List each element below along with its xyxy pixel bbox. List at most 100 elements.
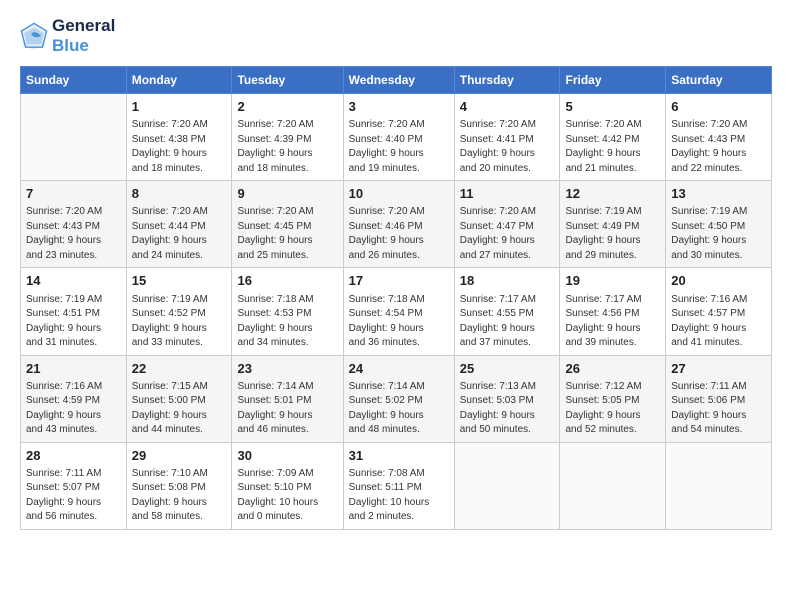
day-info: Sunrise: 7:19 AM Sunset: 4:49 PM Dayligh…	[565, 205, 660, 263]
header-cell-friday: Friday	[560, 67, 666, 94]
day-number: 6	[671, 98, 766, 116]
day-cell: 10 Sunrise: 7:20 AM Sunset: 4:46 PM Dayli…	[343, 181, 454, 268]
day-cell: 16Sunrise: 7:18 AM Sunset: 4:53 PM Dayli…	[232, 268, 343, 355]
day-number: 11	[460, 185, 555, 203]
day-cell	[666, 442, 772, 529]
day-cell: 21Sunrise: 7:16 AM Sunset: 4:59 PM Dayli…	[21, 355, 127, 442]
day-cell: 7 Sunrise: 7:20 AM Sunset: 4:43 PM Daylig…	[21, 181, 127, 268]
day-number: 7	[26, 185, 121, 203]
day-cell: 15Sunrise: 7:19 AM Sunset: 4:52 PM Dayli…	[126, 268, 232, 355]
day-number: 14	[26, 272, 121, 290]
day-number: 12	[565, 185, 660, 203]
day-info: Sunrise: 7:16 AM Sunset: 4:59 PM Dayligh…	[26, 380, 121, 438]
day-number: 27	[671, 360, 766, 378]
calendar-body: 1 Sunrise: 7:20 AM Sunset: 4:38 PM Daylig…	[21, 94, 772, 530]
day-info: Sunrise: 7:11 AM Sunset: 5:06 PM Dayligh…	[671, 380, 766, 438]
logo-text: General Blue	[52, 16, 115, 56]
day-number: 25	[460, 360, 555, 378]
day-info: Sunrise: 7:14 AM Sunset: 5:01 PM Dayligh…	[237, 380, 337, 438]
day-number: 23	[237, 360, 337, 378]
day-cell: 3 Sunrise: 7:20 AM Sunset: 4:40 PM Daylig…	[343, 94, 454, 181]
day-info: Sunrise: 7:20 AM Sunset: 4:45 PM Dayligh…	[237, 205, 337, 263]
week-row-4: 21Sunrise: 7:16 AM Sunset: 4:59 PM Dayli…	[21, 355, 772, 442]
day-cell	[454, 442, 560, 529]
header-cell-sunday: Sunday	[21, 67, 127, 94]
day-number: 22	[132, 360, 227, 378]
day-number: 17	[349, 272, 449, 290]
day-info: Sunrise: 7:20 AM Sunset: 4:39 PM Dayligh…	[237, 118, 337, 176]
day-cell: 2 Sunrise: 7:20 AM Sunset: 4:39 PM Daylig…	[232, 94, 343, 181]
day-cell: 26 Sunrise: 7:12 AM Sunset: 5:05 PM Dayli…	[560, 355, 666, 442]
day-info: Sunrise: 7:19 AM Sunset: 4:51 PM Dayligh…	[26, 293, 121, 351]
day-number: 28	[26, 447, 121, 465]
day-info: Sunrise: 7:16 AM Sunset: 4:57 PM Dayligh…	[671, 293, 766, 351]
day-info: Sunrise: 7:20 AM Sunset: 4:46 PM Dayligh…	[349, 205, 449, 263]
day-number: 13	[671, 185, 766, 203]
day-number: 5	[565, 98, 660, 116]
day-info: Sunrise: 7:20 AM Sunset: 4:40 PM Dayligh…	[349, 118, 449, 176]
day-cell: 1 Sunrise: 7:20 AM Sunset: 4:38 PM Daylig…	[126, 94, 232, 181]
day-number: 2	[237, 98, 337, 116]
day-cell: 11 Sunrise: 7:20 AM Sunset: 4:47 PM Dayli…	[454, 181, 560, 268]
day-number: 30	[237, 447, 337, 465]
day-number: 31	[349, 447, 449, 465]
day-cell: 12 Sunrise: 7:19 AM Sunset: 4:49 PM Dayli…	[560, 181, 666, 268]
day-number: 3	[349, 98, 449, 116]
day-cell: 29 Sunrise: 7:10 AM Sunset: 5:08 PM Dayli…	[126, 442, 232, 529]
day-info: Sunrise: 7:11 AM Sunset: 5:07 PM Dayligh…	[26, 467, 121, 525]
day-info: Sunrise: 7:19 AM Sunset: 4:52 PM Dayligh…	[132, 293, 227, 351]
day-info: Sunrise: 7:20 AM Sunset: 4:43 PM Dayligh…	[671, 118, 766, 176]
day-info: Sunrise: 7:17 AM Sunset: 4:56 PM Dayligh…	[565, 293, 660, 351]
header: General Blue	[20, 16, 772, 56]
calendar-table: SundayMondayTuesdayWednesdayThursdayFrid…	[20, 66, 772, 530]
day-number: 9	[237, 185, 337, 203]
day-info: Sunrise: 7:20 AM Sunset: 4:47 PM Dayligh…	[460, 205, 555, 263]
day-number: 26	[565, 360, 660, 378]
day-cell: 8 Sunrise: 7:20 AM Sunset: 4:44 PM Daylig…	[126, 181, 232, 268]
day-number: 10	[349, 185, 449, 203]
day-number: 8	[132, 185, 227, 203]
day-number: 24	[349, 360, 449, 378]
day-cell: 22Sunrise: 7:15 AM Sunset: 5:00 PM Dayli…	[126, 355, 232, 442]
header-cell-wednesday: Wednesday	[343, 67, 454, 94]
day-cell: 28 Sunrise: 7:11 AM Sunset: 5:07 PM Dayli…	[21, 442, 127, 529]
day-info: Sunrise: 7:18 AM Sunset: 4:54 PM Dayligh…	[349, 293, 449, 351]
header-row: SundayMondayTuesdayWednesdayThursdayFrid…	[21, 67, 772, 94]
header-cell-monday: Monday	[126, 67, 232, 94]
logo-icon	[20, 22, 48, 50]
day-number: 20	[671, 272, 766, 290]
day-cell: 14 Sunrise: 7:19 AM Sunset: 4:51 PM Dayli…	[21, 268, 127, 355]
day-cell: 13Sunrise: 7:19 AM Sunset: 4:50 PM Dayli…	[666, 181, 772, 268]
day-cell: 23 Sunrise: 7:14 AM Sunset: 5:01 PM Dayli…	[232, 355, 343, 442]
day-cell: 4Sunrise: 7:20 AM Sunset: 4:41 PM Daylig…	[454, 94, 560, 181]
day-info: Sunrise: 7:20 AM Sunset: 4:43 PM Dayligh…	[26, 205, 121, 263]
header-cell-saturday: Saturday	[666, 67, 772, 94]
week-row-2: 7 Sunrise: 7:20 AM Sunset: 4:43 PM Daylig…	[21, 181, 772, 268]
day-number: 16	[237, 272, 337, 290]
day-cell: 24 Sunrise: 7:14 AM Sunset: 5:02 PM Dayli…	[343, 355, 454, 442]
day-cell	[560, 442, 666, 529]
day-number: 1	[132, 98, 227, 116]
day-cell: 9 Sunrise: 7:20 AM Sunset: 4:45 PM Daylig…	[232, 181, 343, 268]
day-cell: 31Sunrise: 7:08 AM Sunset: 5:11 PM Dayli…	[343, 442, 454, 529]
day-info: Sunrise: 7:12 AM Sunset: 5:05 PM Dayligh…	[565, 380, 660, 438]
day-info: Sunrise: 7:10 AM Sunset: 5:08 PM Dayligh…	[132, 467, 227, 525]
day-cell: 20 Sunrise: 7:16 AM Sunset: 4:57 PM Dayli…	[666, 268, 772, 355]
day-cell	[21, 94, 127, 181]
day-info: Sunrise: 7:17 AM Sunset: 4:55 PM Dayligh…	[460, 293, 555, 351]
day-cell: 6 Sunrise: 7:20 AM Sunset: 4:43 PM Daylig…	[666, 94, 772, 181]
day-info: Sunrise: 7:20 AM Sunset: 4:44 PM Dayligh…	[132, 205, 227, 263]
week-row-3: 14 Sunrise: 7:19 AM Sunset: 4:51 PM Dayli…	[21, 268, 772, 355]
day-info: Sunrise: 7:09 AM Sunset: 5:10 PM Dayligh…	[237, 467, 337, 525]
week-row-5: 28 Sunrise: 7:11 AM Sunset: 5:07 PM Dayli…	[21, 442, 772, 529]
day-number: 19	[565, 272, 660, 290]
day-info: Sunrise: 7:14 AM Sunset: 5:02 PM Dayligh…	[349, 380, 449, 438]
header-cell-tuesday: Tuesday	[232, 67, 343, 94]
day-number: 29	[132, 447, 227, 465]
day-cell: 19 Sunrise: 7:17 AM Sunset: 4:56 PM Dayli…	[560, 268, 666, 355]
calendar-header: SundayMondayTuesdayWednesdayThursdayFrid…	[21, 67, 772, 94]
day-cell: 18 Sunrise: 7:17 AM Sunset: 4:55 PM Dayli…	[454, 268, 560, 355]
day-number: 18	[460, 272, 555, 290]
page-container: General Blue SundayMondayTuesdayWednesda…	[0, 0, 792, 540]
day-info: Sunrise: 7:20 AM Sunset: 4:38 PM Dayligh…	[132, 118, 227, 176]
